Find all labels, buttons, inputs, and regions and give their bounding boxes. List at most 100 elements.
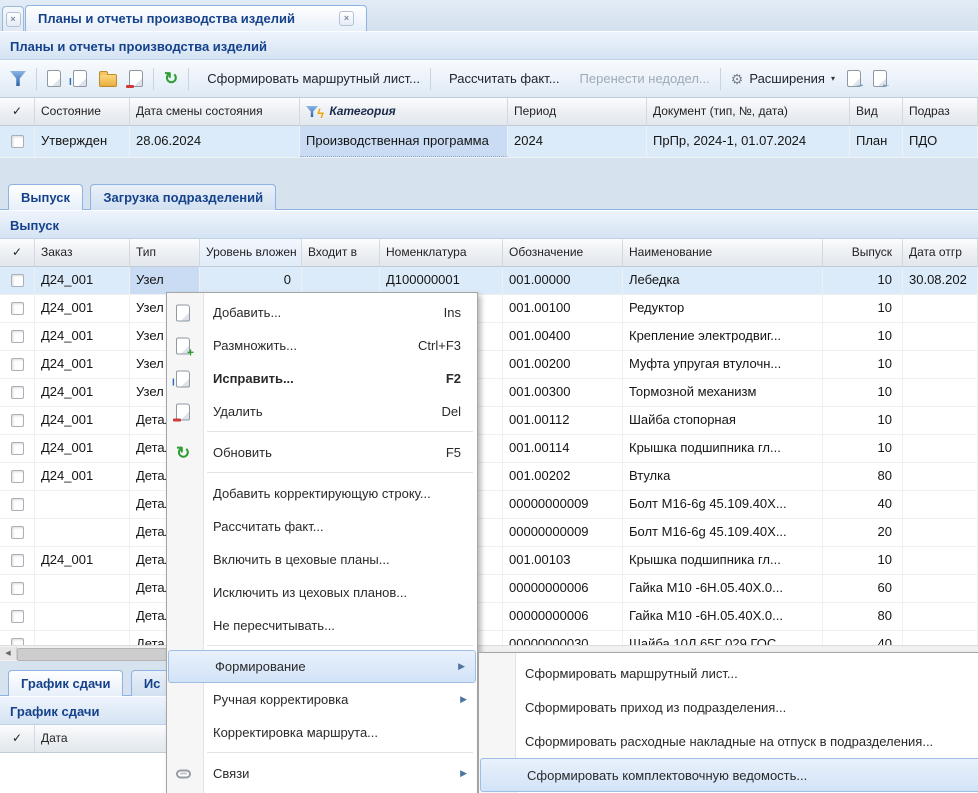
tab-plans-reports[interactable]: Планы и отчеты производства изделий × <box>25 5 367 31</box>
row-checkbox[interactable] <box>0 519 35 546</box>
menu-duplicate[interactable]: Размножить... Ctrl+F3 ▶ <box>167 329 477 362</box>
row-checkbox[interactable] <box>0 575 35 602</box>
column-header-check[interactable]: ✓ <box>0 725 35 753</box>
calc-fact-button[interactable]: Рассчитать факт... ▾ <box>435 65 566 93</box>
submenu-form-receipt-from-division[interactable]: Сформировать приход из подразделения... <box>479 690 978 724</box>
form-route-sheet-button[interactable]: Сформировать маршрутный лист... ▾ <box>193 65 426 93</box>
column-header-check[interactable]: ✓ <box>0 98 35 126</box>
open-button[interactable]: ▾ <box>93 65 123 93</box>
menu-add-correction-row[interactable]: Добавить корректирующую строку... ▶ <box>167 477 477 510</box>
extensions-button[interactable]: Расширения ▾ <box>725 65 841 93</box>
row-checkbox[interactable] <box>0 491 35 518</box>
table-row[interactable]: Детал 00000000006 Гайка М10 -6Н.05.40Х.0… <box>0 575 978 603</box>
column-header-kind[interactable]: Вид <box>850 98 903 126</box>
column-header-order[interactable]: Заказ <box>35 239 130 267</box>
menu-calc-fact[interactable]: Рассчитать факт... ▶ <box>167 510 477 543</box>
refresh-button[interactable]: ▾ <box>158 65 184 93</box>
table-row[interactable]: Д24_001 Детал 001.00112 Шайба стопорная … <box>0 407 978 435</box>
column-header-nesting-level[interactable]: Уровень вложен <box>200 239 302 267</box>
table-row[interactable]: Детал 00000000006 Гайка М10 -6Н.05.40Х.0… <box>0 603 978 631</box>
column-header-period[interactable]: Период <box>508 98 647 126</box>
import-doc-button[interactable]: ▾ <box>867 65 893 93</box>
menu-add[interactable]: Добавить... Ins ▶ <box>167 296 477 329</box>
menu-links[interactable]: Связи ▶ <box>167 757 477 790</box>
table-row[interactable]: Д24_001 Узел 001.00100 Редуктор 10 <box>0 295 978 323</box>
filter-button[interactable]: ▾ <box>4 65 32 93</box>
menu-include-shop-plans[interactable]: Включить в цеховые планы... ▶ <box>167 543 477 576</box>
cell-output-qty: 80 <box>823 603 903 630</box>
column-header-state-date[interactable]: Дата смены состояния <box>130 98 300 126</box>
menu-manual-correction[interactable]: Ручная корректировка ▶ <box>167 683 477 716</box>
column-header-output-qty[interactable]: Выпуск <box>823 239 903 267</box>
row-checkbox[interactable] <box>0 351 35 378</box>
column-header-check[interactable]: ✓ <box>0 239 35 267</box>
menu-formation[interactable]: Формирование ▶ <box>168 650 476 683</box>
menu-edit[interactable]: Исправить... F2 ▶ <box>167 362 477 395</box>
checkbox-icon <box>11 554 24 567</box>
cell-ship-date <box>903 407 978 434</box>
cell-output-qty: 10 <box>823 267 903 294</box>
column-header-ship-date[interactable]: Дата отгр <box>903 239 978 267</box>
add-button[interactable]: ▾ <box>41 65 67 93</box>
doc-new-icon <box>47 70 61 87</box>
cell-designation: 001.00200 <box>503 351 623 378</box>
column-header-parent[interactable]: Входит в <box>302 239 380 267</box>
cell-ship-date <box>903 603 978 630</box>
column-header-category[interactable]: ϟ Категория <box>300 98 508 126</box>
tab-division-load[interactable]: Загрузка подразделений <box>90 184 276 210</box>
table-row[interactable]: Утвержден 28.06.2024 Производственная пр… <box>0 126 978 158</box>
delete-button[interactable]: ▾ <box>123 65 149 93</box>
menu-no-recalc[interactable]: Не пересчитывать... ▶ <box>167 609 477 642</box>
row-checkbox[interactable] <box>0 547 35 574</box>
row-checkbox[interactable] <box>0 295 35 322</box>
close-icon[interactable]: × <box>339 11 354 26</box>
row-checkbox[interactable] <box>0 435 35 462</box>
table-row[interactable]: Детал 00000000009 Болт М16-6g 45.109.40Х… <box>0 519 978 547</box>
submenu-form-kit-list[interactable]: Сформировать комплектовочную ведомость..… <box>480 758 978 792</box>
submenu-form-expense-invoices[interactable]: Сформировать расходные накладные на отпу… <box>479 724 978 758</box>
table-row[interactable]: Д24_001 Узел 001.00200 Муфта упругая вту… <box>0 351 978 379</box>
cell-designation: 001.00300 <box>503 379 623 406</box>
cell-designation: 00000000006 <box>503 603 623 630</box>
menu-exclude-shop-plans[interactable]: Исключить из цеховых планов... ▶ <box>167 576 477 609</box>
scroll-left-button[interactable]: ◀ <box>0 647 17 660</box>
table-row[interactable]: Д24_001 Узел 001.00400 Крепление электро… <box>0 323 978 351</box>
cell-ship-date <box>903 519 978 546</box>
cell-ship-date <box>903 351 978 378</box>
table-row[interactable]: Детал 00000000009 Болт М16-6g 45.109.40Х… <box>0 491 978 519</box>
move-undone-button[interactable]: Перенести недодел... ▾ <box>566 65 716 93</box>
column-header-division[interactable]: Подраз <box>903 98 978 126</box>
table-row[interactable]: Д24_001 Детал 001.00202 Втулка 80 <box>0 463 978 491</box>
row-checkbox[interactable] <box>0 323 35 350</box>
table-row[interactable]: Д24_001 Детал 001.00114 Крышка подшипник… <box>0 435 978 463</box>
refresh-icon <box>164 70 178 87</box>
row-checkbox[interactable] <box>0 407 35 434</box>
row-checkbox[interactable] <box>0 267 35 294</box>
cell-designation: 00000000009 <box>503 491 623 518</box>
table-row[interactable]: Д24_001 Узел 001.00300 Тормозной механиз… <box>0 379 978 407</box>
submenu-form-route-sheet[interactable]: Сформировать маршрутный лист... <box>479 656 978 690</box>
tab-delivery-schedule[interactable]: График сдачи <box>8 670 123 696</box>
table-row[interactable]: Д24_001 Детал 001.00103 Крышка подшипник… <box>0 547 978 575</box>
row-checkbox[interactable] <box>0 463 35 490</box>
column-header-state[interactable]: Состояние <box>35 98 130 126</box>
column-header-type[interactable]: Тип <box>130 239 200 267</box>
table-row[interactable]: Д24_001 Узел 0 Д100000001 001.00000 Лебе… <box>0 267 978 295</box>
cell-output-qty: 20 <box>823 519 903 546</box>
cell-name: Гайка М10 -6Н.05.40Х.0... <box>623 603 823 630</box>
column-header-name[interactable]: Наименование <box>623 239 823 267</box>
menu-delete[interactable]: Удалить Del ▶ <box>167 395 477 428</box>
column-header-designation[interactable]: Обозначение <box>503 239 623 267</box>
close-tabs-button[interactable]: × <box>2 6 24 32</box>
column-header-nomenclature[interactable]: Номенклатура <box>380 239 503 267</box>
export-doc-button[interactable]: ▾ <box>841 65 867 93</box>
edit-button[interactable]: ▾ <box>67 65 93 93</box>
menu-route-correction[interactable]: Корректировка маршрута... ▶ <box>167 716 477 749</box>
row-checkbox[interactable] <box>0 379 35 406</box>
menu-refresh[interactable]: Обновить F5 ▶ <box>167 436 477 469</box>
row-checkbox[interactable] <box>0 603 35 630</box>
row-checkbox[interactable] <box>0 126 35 157</box>
doc-export-icon <box>847 70 861 87</box>
tab-output[interactable]: Выпуск <box>8 184 83 210</box>
column-header-document[interactable]: Документ (тип, №, дата) <box>647 98 850 126</box>
